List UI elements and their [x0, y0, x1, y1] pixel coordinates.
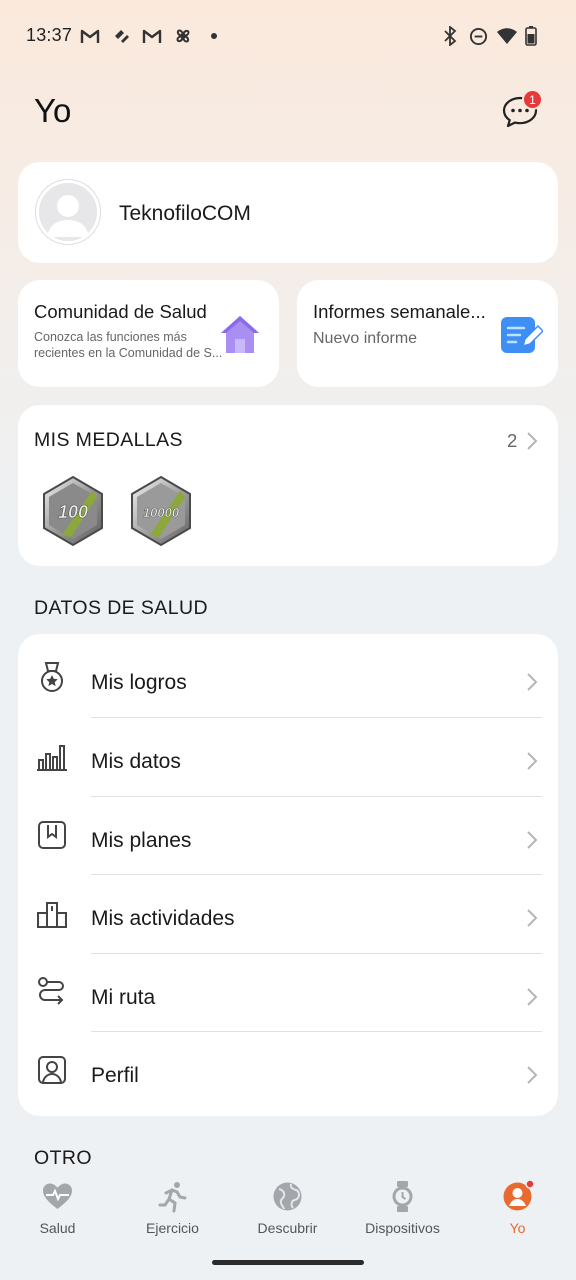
medal-icon	[36, 661, 68, 693]
community-subtitle-line: Conozca las funciones más	[34, 330, 187, 344]
chat-bubble-icon	[500, 96, 540, 136]
health-icon	[112, 26, 132, 46]
list-item-perfil[interactable]: Perfil	[18, 1031, 558, 1109]
medals-count: 2	[507, 430, 518, 451]
list-item-mis-datos[interactable]: Mis datos	[18, 717, 558, 795]
community-subtitle-line: recientes en la Comunidad de S...	[34, 346, 223, 360]
list-item-mis-logros[interactable]: Mis logros	[18, 638, 558, 716]
list-item-label: Perfil	[91, 1064, 139, 1087]
community-subtitle: Conozca las funciones más recientes en l…	[34, 329, 224, 361]
list-item-mis-planes[interactable]: Mis planes	[18, 796, 558, 874]
nav-label: Dispositivos	[365, 1220, 440, 1236]
list-item-mi-ruta[interactable]: Mi ruta	[18, 953, 558, 1031]
nav-yo[interactable]: Yo	[460, 1172, 575, 1242]
list-item-label: Mi ruta	[91, 986, 156, 1009]
status-time: 13:37	[26, 25, 73, 45]
list-item-label: Mis datos	[91, 750, 181, 773]
status-bar: 13:37	[0, 0, 576, 72]
chevron-right-icon	[526, 1065, 540, 1085]
report-edit-icon	[499, 314, 545, 361]
medal-label: 10000	[143, 505, 180, 520]
medal-label: 100	[58, 502, 88, 522]
nav-dispositivos[interactable]: Dispositivos	[345, 1172, 460, 1242]
health-section-title: DATOS DE SALUD	[34, 597, 208, 619]
chevron-right-icon	[526, 908, 540, 928]
chevron-right-icon	[526, 830, 540, 850]
page-title: Yo	[34, 92, 72, 129]
list-item-label: Mis actividades	[91, 907, 235, 930]
medals-card[interactable]: MIS MEDALLAS 2 100 10000	[18, 405, 558, 566]
gmail-icon	[142, 26, 162, 46]
battery-icon	[524, 26, 538, 46]
profile-icon	[36, 1054, 68, 1086]
reports-subtitle: Nuevo informe	[313, 330, 418, 347]
community-title: Comunidad de Salud	[34, 301, 207, 322]
nav-label: Descubrir	[257, 1220, 318, 1236]
globe-icon	[271, 1180, 304, 1213]
chevron-right-icon	[526, 672, 540, 692]
wifi-icon	[496, 26, 518, 46]
messages-badge: 1	[522, 89, 543, 110]
avatar[interactable]	[36, 180, 100, 244]
route-icon	[36, 976, 68, 1008]
user-icon	[501, 1179, 535, 1213]
gmail-icon	[80, 26, 100, 46]
medals-title: MIS MEDALLAS	[34, 429, 183, 451]
profile-card[interactable]: TeknofiloCOM	[18, 162, 558, 263]
nav-label: Ejercicio	[146, 1220, 199, 1236]
username: TeknofiloCOM	[119, 202, 251, 225]
fan-icon	[172, 26, 194, 46]
chevron-right-icon	[526, 987, 540, 1007]
home-icon	[218, 313, 262, 360]
running-icon	[156, 1180, 189, 1213]
reports-title: Informes semanale...	[313, 301, 486, 322]
nav-label: Salud	[39, 1220, 76, 1236]
medal-badge[interactable]: 100	[40, 475, 106, 547]
chevron-right-icon	[526, 751, 540, 771]
list-item-mis-actividades[interactable]: Mis actividades	[18, 874, 558, 952]
list-item-label: Mis logros	[91, 671, 187, 694]
medal-badge[interactable]: 10000	[128, 475, 194, 547]
do-not-disturb-icon	[468, 26, 488, 46]
heart-icon	[41, 1180, 74, 1213]
health-list: Mis logros Mis datos Mis planes Mis acti…	[18, 634, 558, 1116]
nav-ejercicio[interactable]: Ejercicio	[115, 1172, 230, 1242]
chevron-right-icon	[526, 431, 538, 456]
community-card[interactable]: Comunidad de Salud Conozca las funciones…	[18, 280, 279, 387]
nav-salud[interactable]: Salud	[0, 1172, 115, 1242]
nav-descubrir[interactable]: Descubrir	[230, 1172, 345, 1242]
plan-icon	[36, 819, 68, 851]
weekly-reports-card[interactable]: Informes semanale... Nuevo informe	[297, 280, 558, 387]
bluetooth-icon	[441, 26, 459, 46]
dot-icon	[208, 26, 220, 46]
podium-icon	[36, 897, 68, 929]
other-section-title: OTRO	[34, 1147, 92, 1169]
list-item-label: Mis planes	[91, 829, 192, 852]
home-indicator[interactable]	[212, 1260, 364, 1265]
watch-icon	[386, 1180, 419, 1213]
bar-chart-icon	[36, 740, 68, 772]
nav-label: Yo	[509, 1220, 526, 1236]
